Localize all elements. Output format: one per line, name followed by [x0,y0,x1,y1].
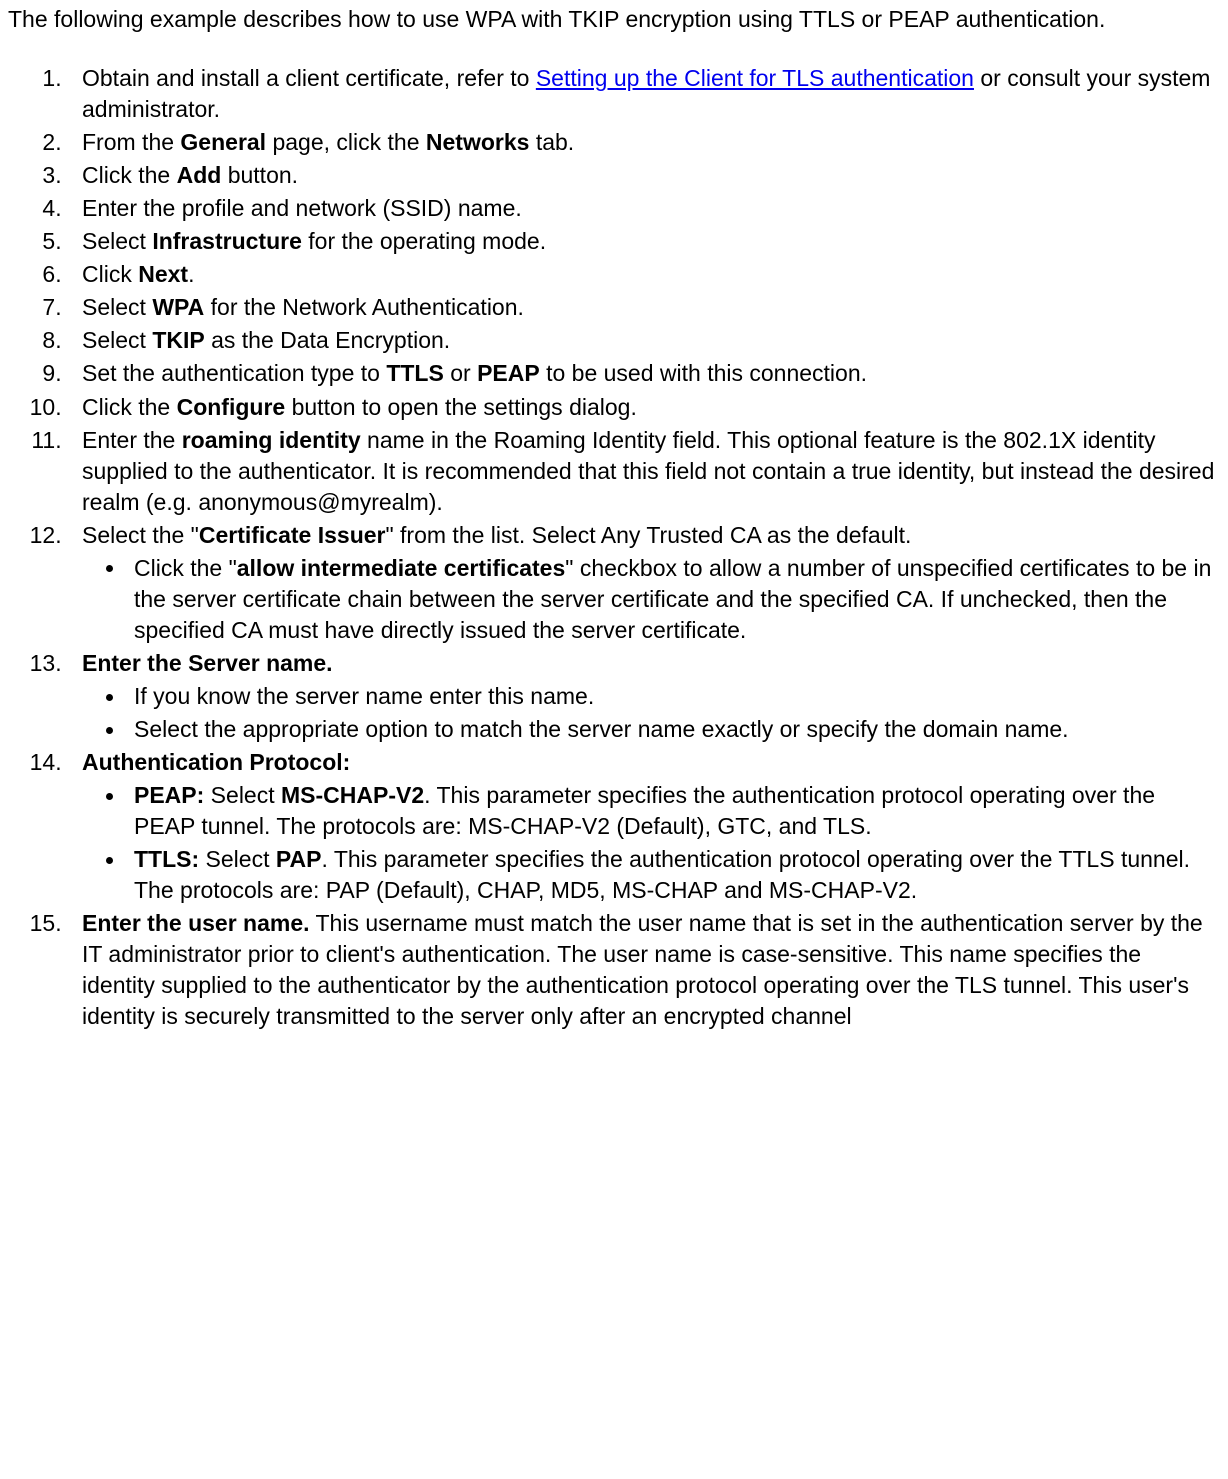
step-6: Click Next. [68,259,1220,290]
text: Click [82,261,138,287]
text: If you know the server name enter this n… [134,683,594,709]
text: for the Network Authentication. [204,294,524,320]
text: Enter the [82,427,182,453]
certificate-issuer-bold: Certificate Issuer [199,522,386,548]
step-14: Authentication Protocol: PEAP: Select MS… [68,747,1220,906]
text: as the Data Encryption. [205,327,450,353]
text: Click the " [134,555,237,581]
step-9: Set the authentication type to TTLS or P… [68,358,1220,389]
ttls-bold: TTLS [386,360,444,386]
text: Select [199,846,276,872]
steps-list: Obtain and install a client certificate,… [8,63,1220,1032]
text: Select [82,228,152,254]
step-12-sub-1: Click the "allow intermediate certificat… [134,553,1220,646]
text: button to open the settings dialog. [285,394,637,420]
step-13: Enter the Server name. If you know the s… [68,648,1220,745]
step-13-sub-1: If you know the server name enter this n… [134,681,1220,712]
step-14-sub-2: TTLS: Select PAP. This parameter specifi… [134,844,1220,906]
step-10: Click the Configure button to open the s… [68,392,1220,423]
step-7: Select WPA for the Network Authenticatio… [68,292,1220,323]
step-2: From the General page, click the Network… [68,127,1220,158]
allow-intermediate-bold: allow intermediate certificates [237,555,566,581]
tls-auth-link[interactable]: Setting up the Client for TLS authentica… [536,65,974,91]
peap-bold: PEAP [477,360,540,386]
tkip-bold: TKIP [152,327,204,353]
step-13-sub-2: Select the appropriate option to match t… [134,714,1220,745]
pap-bold: PAP [276,846,322,872]
peap-label-bold: PEAP: [134,782,204,808]
text: for the operating mode. [302,228,546,254]
infrastructure-bold: Infrastructure [152,228,302,254]
general-bold: General [180,129,266,155]
text: Click the [82,394,177,420]
step-1-pre: Obtain and install a client certificate,… [82,65,536,91]
step-8: Select TKIP as the Data Encryption. [68,325,1220,356]
enter-server-name-bold: Enter the Server name. [82,650,333,676]
text: Select [82,327,152,353]
text: page, click the [266,129,426,155]
auth-protocol-bold: Authentication Protocol: [82,749,350,775]
text: From the [82,129,180,155]
step-12-sublist: Click the "allow intermediate certificat… [82,553,1220,646]
text: Select the appropriate option to match t… [134,716,1069,742]
text: Set the authentication type to [82,360,386,386]
text: Select [82,294,152,320]
step-15: Enter the user name. This username must … [68,908,1220,1032]
text: to be used with this connection. [540,360,867,386]
step-14-sublist: PEAP: Select MS-CHAP-V2. This parameter … [82,780,1220,906]
next-bold: Next [138,261,188,287]
text: Select the " [82,522,199,548]
text: . [188,261,194,287]
text: Select [204,782,281,808]
configure-bold: Configure [177,394,286,420]
wpa-bold: WPA [152,294,204,320]
step-13-sublist: If you know the server name enter this n… [82,681,1220,745]
text: Enter the profile and network (SSID) nam… [82,195,522,221]
add-bold: Add [177,162,222,188]
step-3: Click the Add button. [68,160,1220,191]
text: or [444,360,477,386]
enter-user-name-bold: Enter the user name. [82,910,310,936]
step-4: Enter the profile and network (SSID) nam… [68,193,1220,224]
step-12: Select the "Certificate Issuer" from the… [68,520,1220,646]
step-5: Select Infrastructure for the operating … [68,226,1220,257]
step-11: Enter the roaming identity name in the R… [68,425,1220,518]
step-1: Obtain and install a client certificate,… [68,63,1220,125]
intro-paragraph: The following example describes how to u… [8,4,1220,35]
ttls-label-bold: TTLS: [134,846,199,872]
text: " from the list. Select Any Trusted CA a… [385,522,911,548]
text: tab. [529,129,574,155]
networks-bold: Networks [426,129,530,155]
roaming-identity-bold: roaming identity [182,427,361,453]
text: button. [221,162,298,188]
text: Click the [82,162,177,188]
mschapv2-bold: MS-CHAP-V2 [281,782,424,808]
step-14-sub-1: PEAP: Select MS-CHAP-V2. This parameter … [134,780,1220,842]
